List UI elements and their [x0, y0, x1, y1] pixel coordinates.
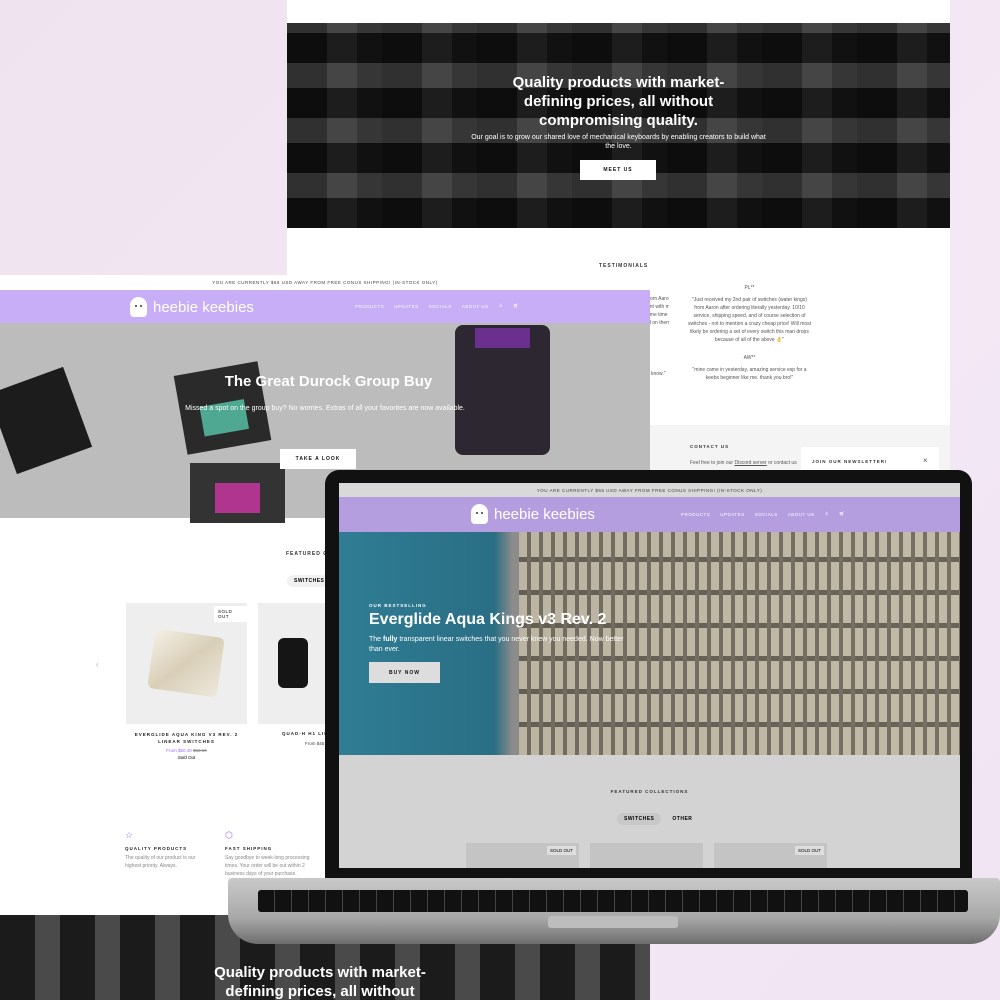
about-hero-title: Quality products with market-defining pr…: [512, 74, 725, 129]
box-icon: ⬡: [225, 830, 233, 840]
meet-us-button[interactable]: MEET US: [580, 160, 656, 180]
cart-icon[interactable]: 🛒︎: [513, 303, 519, 309]
star-icon: ☆: [125, 830, 134, 840]
hero-title: Everglide Aqua Kings v3 Rev. 2: [369, 611, 607, 628]
ghost-icon: [130, 297, 147, 317]
nav-about[interactable]: ABOUT US: [788, 512, 815, 517]
account-icon[interactable]: ♙: [825, 511, 830, 517]
nav-socials[interactable]: SOCIALS: [429, 304, 452, 309]
testimonial-item: PL** "Just received my 2nd pair of switc…: [687, 285, 812, 381]
group-buy-subtitle: Missed a spot on the group buy? No worri…: [185, 405, 465, 412]
buy-now-button[interactable]: BUY NOW: [369, 662, 440, 683]
about-hero: Quality products with market-defining pr…: [287, 23, 950, 228]
carousel-prev-icon[interactable]: ‹: [96, 660, 99, 669]
about-hero-subtitle: Our goal is to grow our shared love of m…: [471, 134, 766, 150]
testimonials-heading: TESTIMONIALS: [599, 263, 649, 269]
ghost-icon: [471, 504, 488, 524]
laptop-screen: YOU ARE CURRENTLY $68 USD AWAY FROM FREE…: [339, 483, 960, 868]
nav-updates[interactable]: UPDATES: [394, 304, 418, 309]
take-a-look-button[interactable]: TAKE A LOOK: [280, 449, 356, 469]
close-icon[interactable]: ×: [923, 456, 928, 465]
product-card-image[interactable]: [258, 603, 328, 724]
contact-heading: CONTACT US: [690, 444, 730, 449]
contact-text: Feel free to join our Discord server or …: [690, 460, 797, 466]
switch-image: [147, 628, 225, 698]
nav-bar: heebie keebies PRODUCTS UPDATES SOCIALS …: [0, 290, 650, 323]
product-card[interactable]: SOLD OUT: [466, 843, 579, 868]
sold-out-badge: SOLD OUT: [214, 606, 247, 622]
feature-title: QUALITY PRODUCTS: [125, 846, 188, 851]
newsletter-popup: JOIN OUR NEWSLETTER! ×: [801, 447, 939, 470]
trackpad: [548, 916, 678, 928]
tab-switches[interactable]: SWITCHES: [617, 813, 662, 825]
featured-heading: FEATURED COLLECTIONS: [610, 789, 689, 794]
testimonial-partial: from Aaron.ent with myome time toid on t…: [647, 296, 669, 326]
hero-eyebrow: OUR BESTSELLING: [369, 603, 427, 608]
feature-text: Say goodbye to week-long processing time…: [225, 855, 310, 877]
feature-title: FAST SHIPPING: [225, 846, 273, 851]
bottom-hero-title: Quality products with market-defining pr…: [214, 964, 426, 1000]
account-icon[interactable]: ♙: [499, 303, 504, 309]
tab-other[interactable]: OTHER: [665, 813, 699, 825]
cart-icon[interactable]: 🛒︎: [839, 511, 845, 517]
switch-image: [190, 463, 285, 523]
nav-updates[interactable]: UPDATES: [720, 512, 744, 517]
laptop-base: [228, 878, 1000, 944]
nav-about[interactable]: ABOUT US: [462, 304, 489, 309]
product-card-image[interactable]: SOLD OUT: [126, 603, 247, 724]
bestseller-hero: OUR BESTSELLING Everglide Aqua Kings v3 …: [339, 532, 960, 755]
brand-logo[interactable]: heebie keebies: [130, 297, 254, 317]
announcement-bar: YOU ARE CURRENTLY $68 USD AWAY FROM FREE…: [212, 280, 438, 285]
switch-image: [455, 325, 550, 455]
keyboard: [258, 890, 968, 912]
feature-text: The quality of our product is our highes…: [125, 855, 196, 869]
switch-image: [0, 366, 93, 475]
nav-products[interactable]: PRODUCTS: [355, 304, 384, 309]
product-status: Sold Out: [177, 755, 196, 760]
product-price: From $45: [305, 741, 325, 746]
nav-bar: heebie keebies PRODUCTS UPDATES SOCIALS …: [339, 497, 960, 532]
product-card[interactable]: SOLD OUT: [714, 843, 827, 868]
group-buy-title: The Great Durock Group Buy: [224, 373, 433, 390]
hero-subtitle: The fully transparent linear switches th…: [369, 636, 624, 653]
announcement-bar: YOU ARE CURRENTLY $68 USD AWAY FROM FREE…: [339, 483, 960, 497]
nav-products[interactable]: PRODUCTS: [681, 512, 710, 517]
discord-link[interactable]: Discord server: [734, 460, 766, 466]
product-price: From $50.40 $52.50: [166, 748, 207, 753]
brand-logo[interactable]: heebie keebies: [471, 504, 595, 524]
nav-socials[interactable]: SOCIALS: [755, 512, 778, 517]
newsletter-title: JOIN OUR NEWSLETTER!: [812, 459, 888, 464]
product-card[interactable]: [590, 843, 703, 868]
testimonial-partial-end: know.": [651, 371, 666, 377]
product-name[interactable]: EVERGLIDE AQUA KING V3 REV. 2 LINEAR SWI…: [126, 731, 247, 745]
